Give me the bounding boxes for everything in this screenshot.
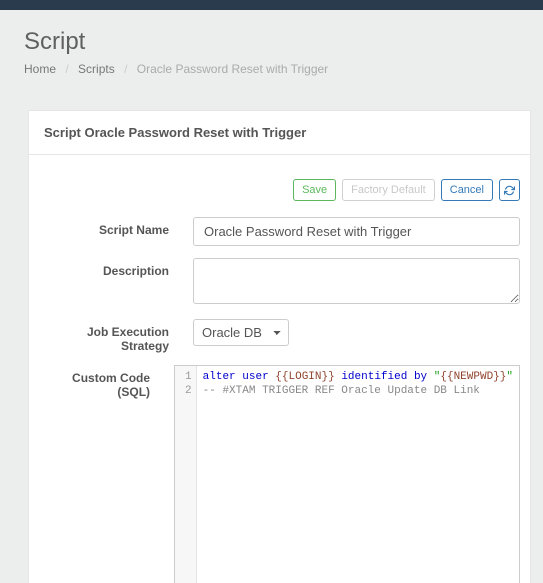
action-bar: Save Factory Default Cancel bbox=[29, 155, 530, 211]
breadcrumb: Home / Scripts / Oracle Password Reset w… bbox=[24, 62, 519, 76]
top-bar bbox=[0, 0, 543, 10]
save-button[interactable]: Save bbox=[293, 179, 336, 201]
breadcrumb-separator: / bbox=[65, 62, 68, 76]
factory-default-button: Factory Default bbox=[342, 179, 435, 201]
label-description: Description bbox=[39, 258, 169, 278]
line-number: 1 bbox=[185, 370, 192, 384]
page-title: Script bbox=[24, 28, 519, 56]
breadcrumb-separator: / bbox=[124, 62, 127, 76]
code-keyword: identified bbox=[341, 371, 407, 383]
code-comment: -- #XTAM TRIGGER REF Oracle Update DB Li… bbox=[203, 385, 480, 397]
script-panel: Script Oracle Password Reset with Trigge… bbox=[28, 110, 531, 583]
label-strategy: Job Execution Strategy bbox=[39, 319, 169, 353]
breadcrumb-home[interactable]: Home bbox=[24, 62, 56, 76]
code-keyword: user bbox=[242, 371, 268, 383]
refresh-button[interactable] bbox=[499, 179, 520, 201]
line-number: 2 bbox=[185, 384, 192, 398]
code-keyword: alter bbox=[203, 371, 236, 383]
page-header: Script Home / Scripts / Oracle Password … bbox=[0, 10, 543, 90]
strategy-select[interactable]: Oracle DB bbox=[193, 319, 289, 346]
label-script-name: Script Name bbox=[39, 217, 169, 237]
code-template: {{LOGIN}} bbox=[275, 371, 334, 383]
cancel-button[interactable]: Cancel bbox=[441, 179, 493, 201]
refresh-icon bbox=[504, 185, 515, 196]
script-name-input[interactable] bbox=[193, 217, 520, 246]
breadcrumb-current: Oracle Password Reset with Trigger bbox=[137, 62, 328, 76]
breadcrumb-scripts[interactable]: Scripts bbox=[78, 62, 115, 76]
code-keyword: by bbox=[414, 371, 427, 383]
code-gutter: 1 2 bbox=[175, 366, 197, 583]
panel-title: Script Oracle Password Reset with Trigge… bbox=[29, 111, 530, 155]
code-editor[interactable]: 1 2 alter user {{LOGIN}} identified by "… bbox=[174, 365, 520, 583]
code-quote: " bbox=[506, 371, 513, 383]
code-template: {{NEWPWD}} bbox=[440, 371, 506, 383]
label-custom-code: Custom Code (SQL) bbox=[39, 365, 150, 399]
code-content[interactable]: alter user {{LOGIN}} identified by "{{NE… bbox=[197, 366, 519, 583]
description-textarea[interactable] bbox=[193, 258, 520, 304]
